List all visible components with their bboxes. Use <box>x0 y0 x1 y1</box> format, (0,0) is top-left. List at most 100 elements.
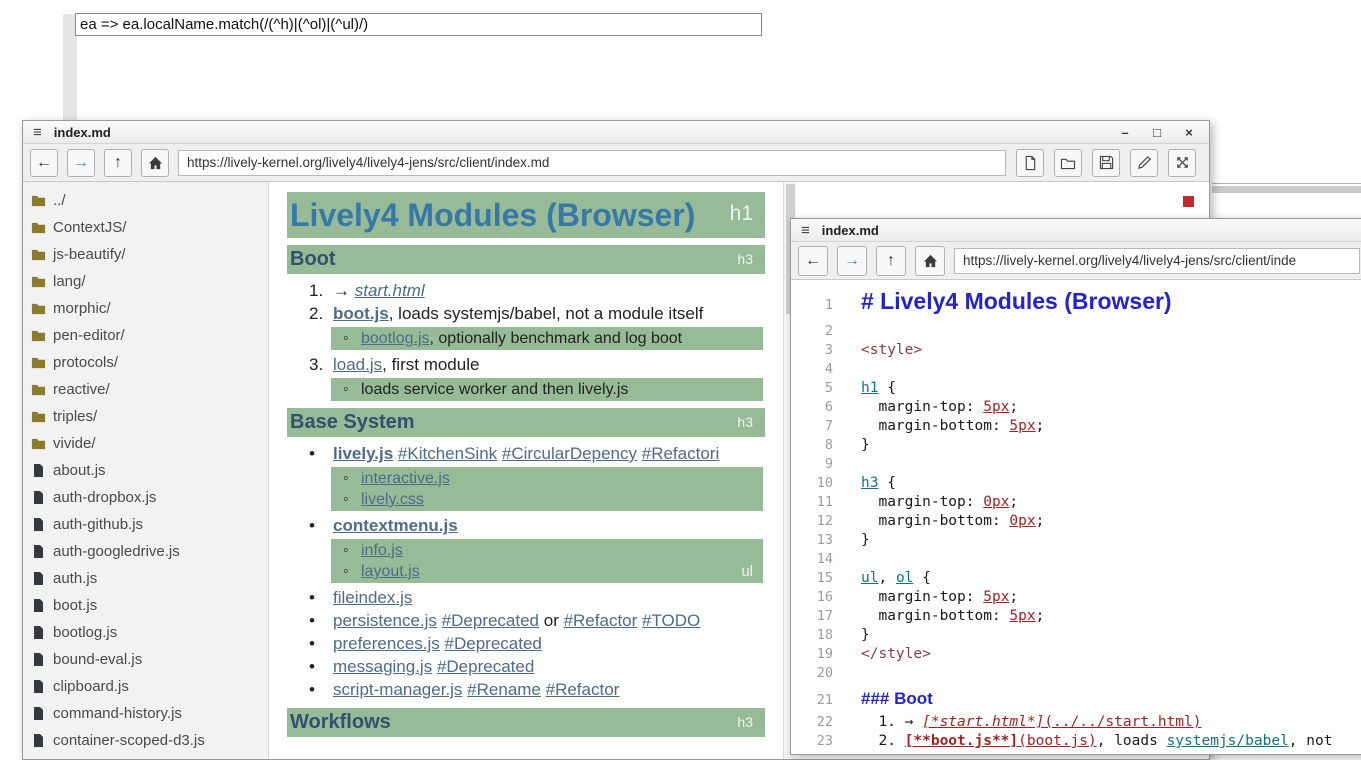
editor-line[interactable]: 15ul, ol { <box>791 569 1361 588</box>
editor-line[interactable]: 6 margin-top: 5px; <box>791 398 1361 417</box>
editor-line[interactable]: 16 margin-top: 5px; <box>791 588 1361 607</box>
md-link[interactable]: load.js <box>333 355 382 374</box>
back-button[interactable]: ← <box>798 246 828 276</box>
file-list-item[interactable]: auth-googledrive.js <box>30 538 268 565</box>
edit-icon <box>1137 155 1152 170</box>
editor-line[interactable]: 4 <box>791 360 1361 379</box>
editor-line[interactable]: 22 1. → [*start.html*](../../start.html) <box>791 713 1361 732</box>
md-link[interactable]: #CircularDepency <box>502 444 637 463</box>
file-list-item[interactable]: js-beautify/ <box>30 241 268 268</box>
titlebar[interactable]: ≡ index.md – □ × <box>23 121 1209 144</box>
md-link[interactable]: lively.js <box>333 444 393 463</box>
md-link[interactable]: layout.js <box>361 563 420 580</box>
url-input[interactable] <box>178 150 1006 176</box>
editor-line[interactable]: 5h1 { <box>791 379 1361 398</box>
element-filter-input[interactable] <box>75 13 762 36</box>
file-list-item[interactable]: lang/ <box>30 268 268 295</box>
md-link[interactable]: fileindex.js <box>333 588 412 607</box>
home-button[interactable] <box>915 246 945 276</box>
editor-line[interactable]: 10h3 { <box>791 474 1361 493</box>
file-list-item[interactable]: clipboard.js <box>30 673 268 700</box>
up-button[interactable]: ↑ <box>104 149 132 177</box>
editor-line[interactable]: 17 margin-bottom: 5px; <box>791 607 1361 626</box>
file-list-item[interactable]: command-history.js <box>30 700 268 727</box>
md-link[interactable]: #Refactor <box>564 611 638 630</box>
md-link[interactable]: info.js <box>361 542 403 559</box>
file-list-item[interactable]: triples/ <box>30 403 268 430</box>
md-link[interactable]: #Deprecated <box>437 657 534 676</box>
file-list-item[interactable]: auth-github.js <box>30 511 268 538</box>
editor-line[interactable]: 18} <box>791 626 1361 645</box>
fullscreen-button[interactable] <box>1168 149 1196 177</box>
editor-line[interactable]: 12 margin-bottom: 0px; <box>791 512 1361 531</box>
horizontal-scrollbar[interactable] <box>1212 186 1361 193</box>
back-button[interactable]: ← <box>30 149 58 177</box>
titlebar[interactable]: ≡ index.md <box>791 219 1361 242</box>
md-link[interactable]: bootlog.js <box>361 330 430 347</box>
md-link[interactable]: messaging.js <box>333 657 432 676</box>
close-button[interactable]: × <box>1181 125 1197 140</box>
file-list-item[interactable]: about.js <box>30 457 268 484</box>
forward-button[interactable]: → <box>837 246 867 276</box>
editor-line[interactable]: 21### Boot <box>791 686 1361 713</box>
tag-badge: ul <box>741 563 753 580</box>
md-link[interactable]: interactive.js <box>361 470 450 487</box>
md-link[interactable]: #Deprecated <box>442 611 539 630</box>
editor-line[interactable]: 8} <box>791 436 1361 455</box>
editor-line[interactable]: 20 <box>791 664 1361 683</box>
editor-line[interactable]: 3<style> <box>791 341 1361 360</box>
file-list-item[interactable]: bootlog.js <box>30 619 268 646</box>
md-link[interactable]: lively.css <box>361 491 424 508</box>
file-list-item[interactable]: reactive/ <box>30 376 268 403</box>
file-list-item[interactable]: protocols/ <box>30 349 268 376</box>
editor-line[interactable]: 11 margin-top: 0px; <box>791 493 1361 512</box>
md-link[interactable]: #Refactori <box>642 444 719 463</box>
md-link[interactable]: script-manager.js <box>333 680 462 699</box>
code-token: 0px <box>1009 513 1035 529</box>
file-list-item[interactable]: ContextJS/ <box>30 214 268 241</box>
md-link[interactable]: #Rename <box>467 680 541 699</box>
url-input[interactable] <box>954 248 1360 274</box>
md-link[interactable]: start.html <box>355 281 425 300</box>
file-list-item[interactable]: auth-dropbox.js <box>30 484 268 511</box>
forward-button[interactable]: → <box>67 149 95 177</box>
md-link[interactable]: persistence.js <box>333 611 437 630</box>
editor-line[interactable]: 14 <box>791 550 1361 569</box>
file-list-item[interactable]: pen-editor/ <box>30 322 268 349</box>
up-button[interactable]: ↑ <box>876 246 906 276</box>
editor-line[interactable]: 9 <box>791 455 1361 474</box>
md-link[interactable]: #KitchenSink <box>398 444 497 463</box>
editor-line[interactable]: 13} <box>791 531 1361 550</box>
md-link[interactable]: preferences.js <box>333 634 440 653</box>
md-link[interactable]: #TODO <box>642 611 700 630</box>
editor-line[interactable]: 2 <box>791 322 1361 341</box>
code-token: ; <box>1009 399 1018 415</box>
heading-text: Boot <box>287 245 765 274</box>
file-name: pen-editor/ <box>53 327 125 344</box>
new-file-button[interactable] <box>1016 149 1044 177</box>
file-list-item[interactable]: ../ <box>30 187 268 214</box>
code-editor[interactable]: 1# Lively4 Modules (Browser)23<style>45h… <box>791 280 1361 754</box>
md-link[interactable]: #Deprecated <box>445 634 542 653</box>
maximize-button[interactable]: □ <box>1149 125 1165 140</box>
save-button[interactable] <box>1092 149 1120 177</box>
file-list-item[interactable]: auth.js <box>30 565 268 592</box>
editor-line[interactable]: 23 2. [**boot.js**](boot.js), loads syst… <box>791 732 1361 751</box>
file-list-item[interactable]: bound-eval.js <box>30 646 268 673</box>
md-link[interactable]: boot.js <box>333 304 389 323</box>
home-button[interactable] <box>141 149 169 177</box>
edit-button[interactable] <box>1130 149 1158 177</box>
minimize-button[interactable]: – <box>1117 125 1133 140</box>
file-list-item[interactable]: boot.js <box>30 592 268 619</box>
file-list-item[interactable]: morphic/ <box>30 295 268 322</box>
window-menu-icon[interactable]: ≡ <box>791 222 822 239</box>
editor-line[interactable]: 1# Lively4 Modules (Browser) <box>791 284 1361 322</box>
editor-line[interactable]: 7 margin-bottom: 5px; <box>791 417 1361 436</box>
md-link[interactable]: contextmenu.js <box>333 516 458 535</box>
window-menu-icon[interactable]: ≡ <box>23 124 54 141</box>
file-list-item[interactable]: container-scoped-d3.js <box>30 727 268 754</box>
file-list-item[interactable]: vivide/ <box>30 430 268 457</box>
editor-line[interactable]: 19</style> <box>791 645 1361 664</box>
md-link[interactable]: #Refactor <box>546 680 620 699</box>
open-folder-button[interactable] <box>1054 149 1082 177</box>
